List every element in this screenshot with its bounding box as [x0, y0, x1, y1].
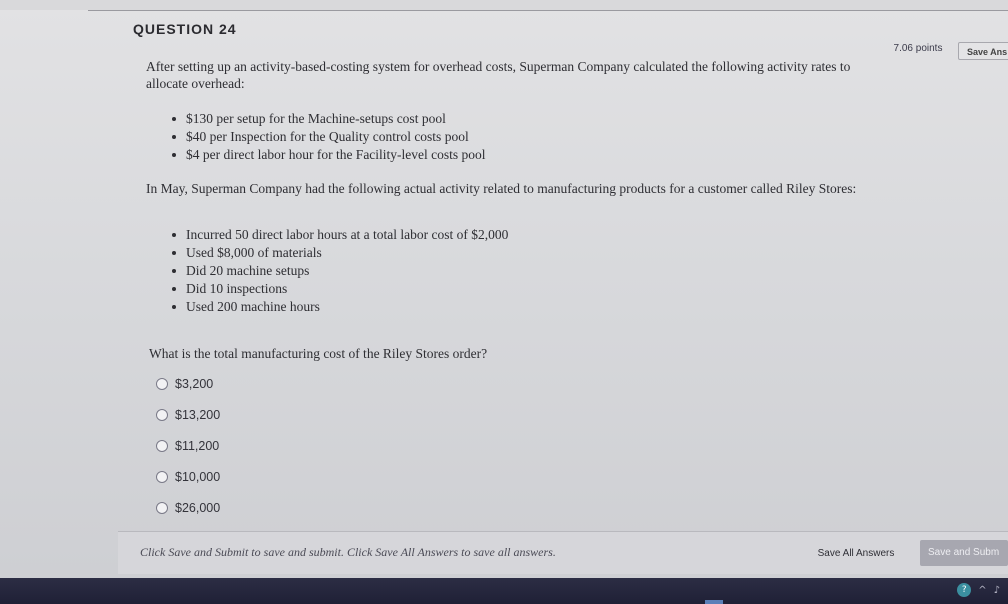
rates-list: $130 per setup for the Machine-setups co…: [172, 110, 486, 164]
quiz-page: QUESTION 24 7.06 points Save Ans After s…: [0, 0, 1008, 604]
activities-list: Incurred 50 direct labor hours at a tota…: [172, 226, 508, 316]
list-item: Incurred 50 direct labor hours at a tota…: [172, 226, 508, 244]
list-item: Did 10 inspections: [172, 280, 508, 298]
bullet-icon: [172, 305, 176, 309]
taskbar: ? ^ ♪: [0, 578, 1008, 604]
list-item: Did 20 machine setups: [172, 262, 508, 280]
answer-label[interactable]: $10,000: [175, 470, 220, 484]
radio-button[interactable]: [156, 378, 168, 390]
taskbar-active-app[interactable]: [705, 600, 723, 604]
answer-options: $3,200 $13,200 $11,200 $10,000 $26,000: [156, 374, 220, 529]
system-tray: ? ^ ♪: [957, 583, 1000, 597]
bullet-icon: [172, 269, 176, 273]
chevron-up-icon[interactable]: ^: [978, 585, 986, 596]
points-label: 7.06 points: [893, 43, 943, 54]
answer-label[interactable]: $13,200: [175, 408, 220, 422]
bullet-icon: [172, 251, 176, 255]
answer-label[interactable]: $11,200: [175, 439, 219, 453]
volume-icon[interactable]: ♪: [994, 585, 1000, 596]
answer-option[interactable]: $26,000: [156, 498, 220, 529]
radio-button[interactable]: [156, 471, 168, 483]
radio-button[interactable]: [156, 409, 168, 421]
list-item: $40 per Inspection for the Quality contr…: [172, 128, 486, 146]
answer-option[interactable]: $11,200: [156, 436, 220, 467]
list-item: $130 per setup for the Machine-setups co…: [172, 110, 486, 128]
question-header: QUESTION 24: [133, 21, 237, 37]
radio-button[interactable]: [156, 440, 168, 452]
answer-option[interactable]: $10,000: [156, 467, 220, 498]
question-intro: After setting up an activity-based-costi…: [146, 59, 851, 91]
save-and-submit-button[interactable]: Save and Subm: [920, 540, 1008, 566]
header-divider: [88, 10, 1008, 11]
top-strip: [0, 0, 1008, 10]
save-answer-button[interactable]: Save Ans: [958, 42, 1008, 60]
radio-button[interactable]: [156, 502, 168, 514]
activity-intro: In May, Superman Company had the followi…: [146, 181, 857, 196]
bullet-icon: [172, 117, 176, 121]
list-item: $4 per direct labor hour for the Facilit…: [172, 146, 486, 164]
question-prompt: What is the total manufacturing cost of …: [149, 346, 488, 361]
bullet-icon: [172, 233, 176, 237]
bullet-icon: [172, 153, 176, 157]
answer-option[interactable]: $3,200: [156, 374, 220, 405]
submit-footer: Click Save and Submit to save and submit…: [118, 531, 1008, 574]
bullet-icon: [172, 287, 176, 291]
bullet-icon: [172, 135, 176, 139]
answer-label[interactable]: $26,000: [175, 501, 220, 515]
answer-option[interactable]: $13,200: [156, 405, 220, 436]
list-item: Used $8,000 of materials: [172, 244, 508, 262]
list-item: Used 200 machine hours: [172, 298, 508, 316]
save-all-answers-button[interactable]: Save All Answers: [806, 544, 906, 564]
footer-instructions: Click Save and Submit to save and submit…: [140, 545, 556, 559]
help-icon[interactable]: ?: [957, 583, 972, 597]
answer-label[interactable]: $3,200: [175, 377, 213, 391]
